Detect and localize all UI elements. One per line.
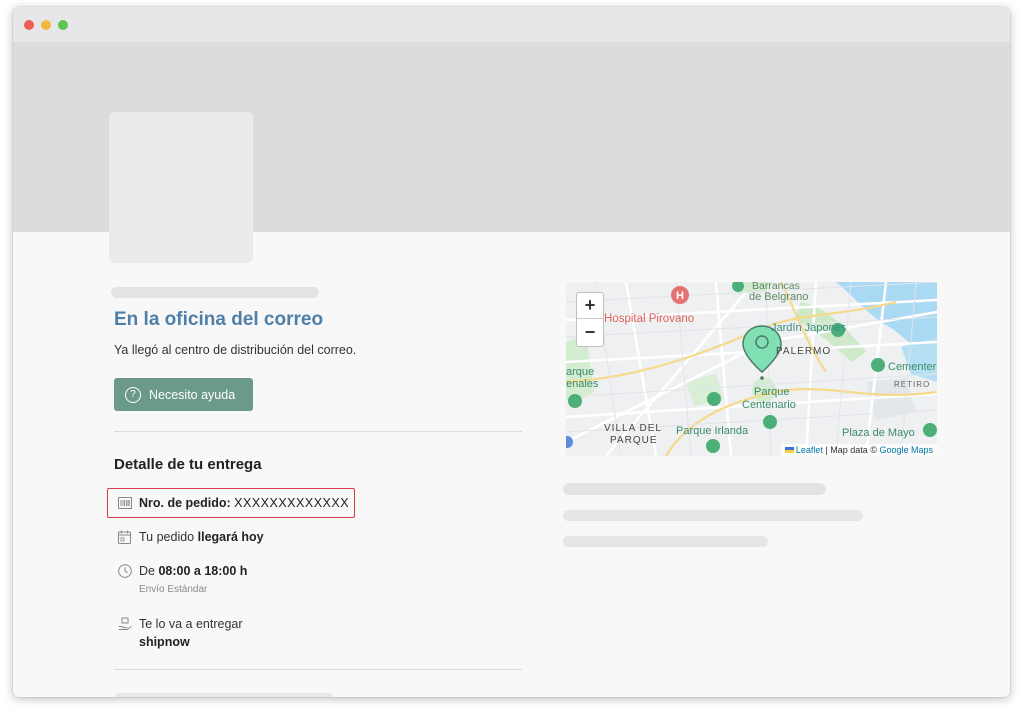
map-label: Jardín Japonés: [771, 322, 847, 334]
close-window-button[interactable]: [24, 20, 34, 30]
carrier-name: shipnow: [139, 635, 190, 649]
map-label: enales: [566, 378, 599, 390]
skeleton-line: [563, 510, 863, 521]
skeleton-line: [114, 693, 334, 697]
order-number-label: Nro. de pedido:: [139, 496, 231, 510]
map-label: VILLA DEL: [604, 423, 662, 434]
help-button-label: Necesito ayuda: [149, 387, 236, 402]
delivery-detail-title: Detalle de tu entrega: [114, 456, 262, 473]
zoom-out-button[interactable]: −: [577, 319, 603, 345]
carrier-row: Te lo va a entregar shipnow: [117, 616, 243, 650]
maximize-window-button[interactable]: [58, 20, 68, 30]
shipping-type: Envío Estándar: [139, 584, 208, 595]
svg-text:H: H: [676, 290, 684, 302]
map-label: Plaza de Mayo: [842, 427, 915, 439]
time-row: De 08:00 a 18:00 h Envío Estándar: [117, 563, 247, 598]
status-subtitle: Ya llegó al centro de distribución del c…: [114, 343, 357, 357]
divider: [114, 431, 522, 432]
skeleton-line: [563, 536, 768, 547]
delivery-map[interactable]: H Barrancas de Belgrano Hospital Pirovan…: [566, 282, 937, 456]
barcode-icon: [117, 495, 132, 510]
hand-package-icon: [117, 616, 132, 631]
time-value: 08:00 a 18:00 h: [158, 564, 248, 578]
zoom-in-button[interactable]: +: [577, 293, 603, 319]
map-label: Cementerio: [888, 361, 937, 373]
order-number-value: XXXXXXXXXXXXX: [234, 496, 350, 510]
leaflet-link[interactable]: Leaflet: [796, 445, 823, 455]
map-label: PARQUE: [610, 435, 658, 446]
arrival-row: Tu pedido llegará hoy: [117, 529, 264, 545]
map-label: arque: [566, 366, 595, 378]
carrier-label: Te lo va a entregar: [139, 617, 243, 631]
ukraine-flag-icon: [784, 447, 794, 453]
order-number-row: Nro. de pedido: XXXXXXXXXXXXX: [117, 495, 349, 511]
status-title: En la oficina del correo: [114, 309, 324, 330]
map-label: Parque Irlanda: [676, 425, 749, 437]
map-label: Centenario: [742, 399, 796, 411]
map-attribution: Leaflet | Map data © Google Maps: [780, 444, 937, 456]
map-zoom-control: + −: [576, 292, 604, 347]
map-label: RETIRO: [894, 380, 931, 389]
skeleton-line: [111, 287, 319, 298]
arrival-value: llegará hoy: [197, 530, 264, 544]
help-button[interactable]: ? Necesito ayuda: [114, 378, 253, 411]
time-prefix: De: [139, 564, 155, 578]
skeleton-line: [563, 483, 826, 495]
minimize-window-button[interactable]: [41, 20, 51, 30]
question-circle-icon: ?: [125, 386, 141, 403]
attribution-text: | Map data ©: [825, 445, 877, 455]
arrival-prefix: Tu pedido: [139, 530, 195, 544]
map-label: Parque: [754, 386, 790, 398]
store-logo-placeholder: [109, 112, 253, 263]
map-label: de Belgrano: [749, 291, 809, 303]
map-label: PALERMO: [776, 346, 832, 357]
title-bar: [13, 7, 1010, 42]
google-maps-link[interactable]: Google Maps: [879, 445, 933, 455]
map-label: Hospital Pirovano: [604, 313, 695, 325]
divider: [114, 669, 522, 670]
browser-window: En la oficina del correo Ya llegó al cen…: [13, 7, 1010, 697]
clock-icon: [117, 563, 132, 578]
hospital-poi-icon: H: [671, 286, 689, 304]
calendar-icon: [117, 529, 132, 544]
